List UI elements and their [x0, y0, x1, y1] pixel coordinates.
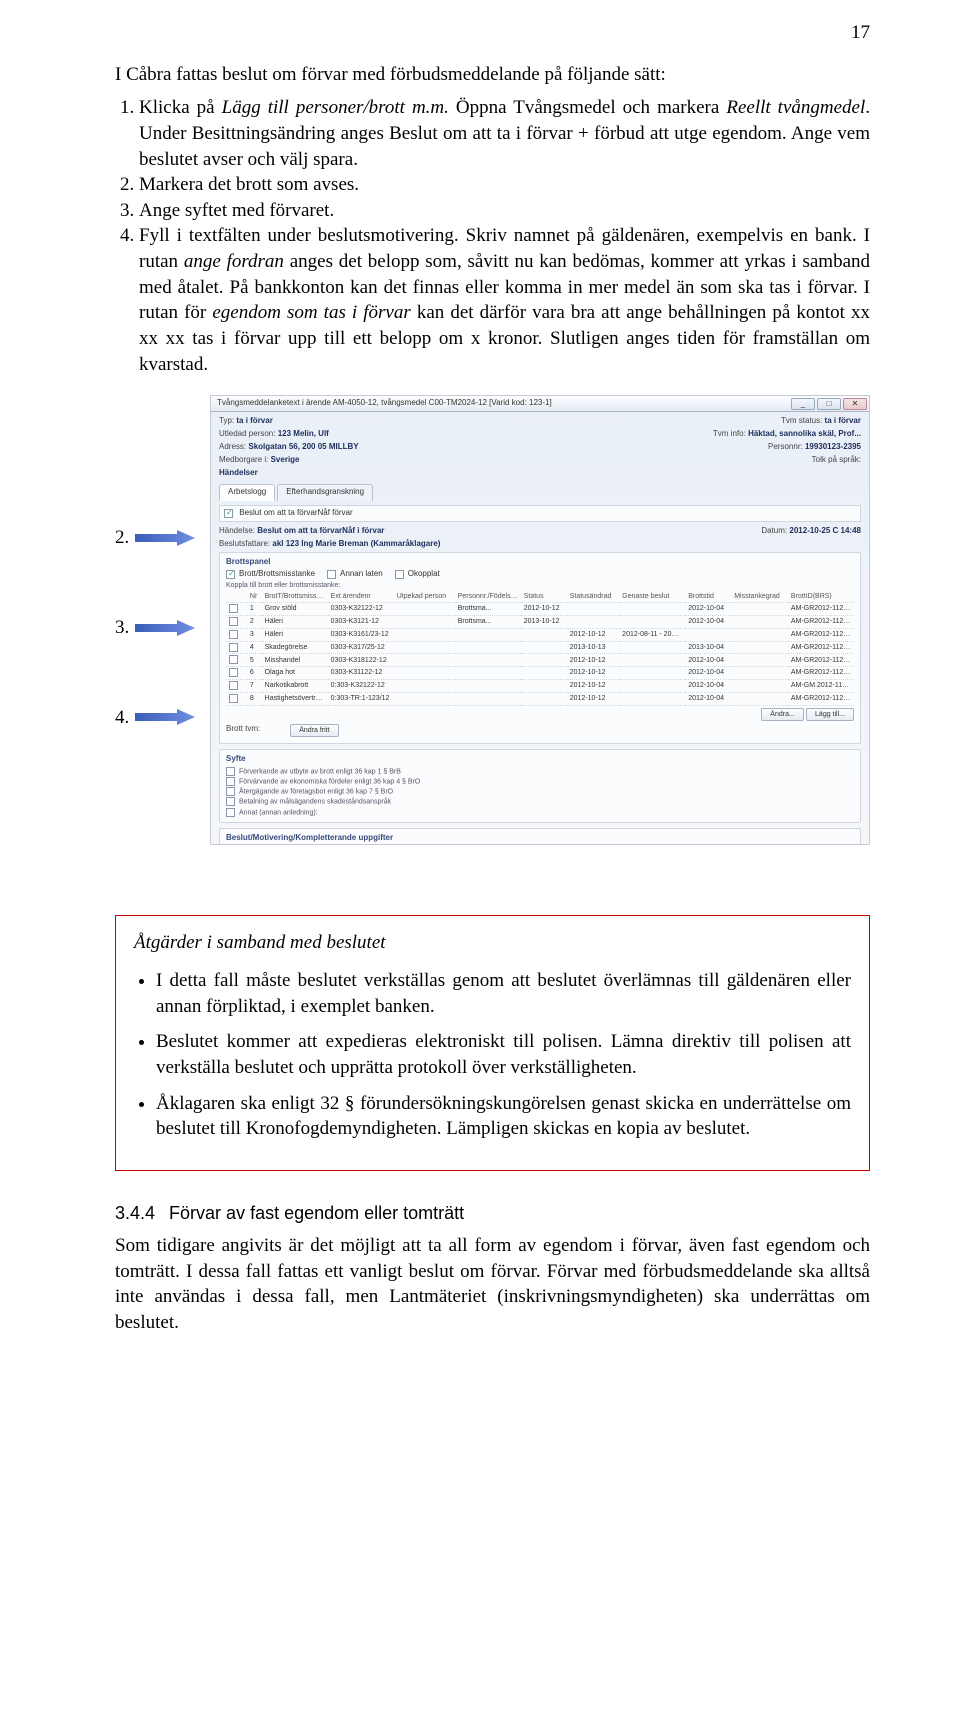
- beslut-checkbox[interactable]: [224, 509, 233, 518]
- subheading: 3.4.4Förvar av fast egendom eller tomträ…: [115, 1201, 870, 1225]
- beslut-mot-header: Beslut/Motivering/Kompletterande uppgift…: [226, 833, 854, 844]
- subtab-b-radio[interactable]: [327, 570, 336, 579]
- beslutsfattare-label: Beslutsfattare:: [219, 539, 270, 548]
- personnr-value: 19930123-2395: [805, 442, 861, 451]
- step-1: Klicka på Lägg till personer/brott m.m. …: [139, 95, 870, 172]
- brott-table: NrBrotT/BrottsmisstankeExt ärendenrUtpek…: [226, 591, 854, 706]
- closing-paragraph: Som tidigare angivits är det möjligt att…: [115, 1233, 870, 1336]
- table-row[interactable]: 3Häleri0303-K3161/23-122012-10-122012-08…: [226, 628, 854, 641]
- handelse-value: Beslut om att ta förvarNåf i förvar: [257, 526, 384, 535]
- action-item-1: I detta fall måste beslutet verkställas …: [156, 968, 851, 1019]
- adress-label: Adress:: [219, 442, 246, 451]
- step-4: Fyll i textfälten under beslutsmotiverin…: [139, 223, 870, 377]
- handelser-label: Händelser: [219, 468, 258, 477]
- actions-box: Åtgärder i samband med beslutet I detta …: [115, 915, 870, 1170]
- table-row[interactable]: 2Häleri0303-K3121-12Brottsma...2013-10-1…: [226, 616, 854, 629]
- maximize-button[interactable]: □: [817, 398, 841, 410]
- tab-arbetslogg[interactable]: Arbetslogg: [219, 484, 275, 501]
- window-title: Tvångsmeddelanketext i ärende AM-4050-12…: [217, 398, 552, 409]
- tab-efterhand[interactable]: Efterhandsgranskning: [277, 484, 373, 501]
- table-row[interactable]: 5Misshandel0303-K318122-122012-10-122012…: [226, 654, 854, 667]
- app-screenshot: Tvångsmeddelanketext i ärende AM-4050-12…: [210, 395, 870, 845]
- lagg-till-button[interactable]: Lägg till...: [806, 708, 854, 721]
- table-row[interactable]: 8Hastighetsöverträde...0:303-TR:1-123/12…: [226, 692, 854, 705]
- brottspanel-section: Brottspanel Brott/Brottsmisstanke Annan …: [219, 552, 861, 745]
- intro-text: I Cåbra fattas beslut om förvar med förb…: [115, 62, 870, 88]
- beslut-check-label: Beslut om att ta förvarNåf förvar: [239, 508, 352, 517]
- utpekad-value: 123 Melin, Ulf: [278, 429, 329, 438]
- medborg-label: Medborgare i:: [219, 455, 268, 464]
- window-titlebar: Tvångsmeddelanketext i ärende AM-4050-12…: [211, 396, 869, 412]
- tolk-label: Tolk på språk:: [812, 455, 861, 464]
- andra-button[interactable]: Ändra...: [761, 708, 804, 721]
- pointer-3: 3.: [115, 615, 210, 641]
- adress-value: Skolgatan 56, 200 05 MILLBY: [248, 442, 358, 451]
- brott-tvm-label: Brott tvm:: [226, 724, 260, 737]
- tvminfo-label: Tvm info:: [713, 429, 746, 438]
- utpekad-label: Utledad person:: [219, 429, 275, 438]
- table-row[interactable]: 7Narkotikabrott0:303-K32122-122012-10-12…: [226, 679, 854, 692]
- step-3: Ange syftet med förvaret.: [139, 198, 870, 224]
- beslutsfattare-value: akl 123 Ing Marie Breman (Kammaråklagare…: [272, 539, 440, 548]
- action-item-3: Åklagaren ska enligt 32 § förundersöknin…: [156, 1091, 851, 1142]
- pointer-4: 4.: [115, 705, 210, 731]
- minimize-button[interactable]: _: [791, 398, 815, 410]
- tvm-status-label: Tvm status:: [781, 416, 822, 425]
- medborg-value: Sverige: [271, 455, 300, 464]
- koppla-label: Koppla till brott eller brottsmisstanke:: [226, 582, 854, 591]
- step-2: Markera det brott som avses.: [139, 172, 870, 198]
- tvminfo-value: Häktad, sannolika skäl, Prof...: [748, 429, 861, 438]
- steps-list: Klicka på Lägg till personer/brott m.m. …: [139, 95, 870, 377]
- subtab-a-radio[interactable]: [226, 570, 235, 579]
- table-row[interactable]: 6Olaga hot0303-K31122-122012-10-122012-1…: [226, 667, 854, 680]
- subtab-c-radio[interactable]: [395, 570, 404, 579]
- syfte-section: Syfte Förverkande av utbyte av brott enl…: [219, 749, 861, 822]
- syfte-opt5[interactable]: [226, 808, 235, 817]
- actions-heading: Åtgärder i samband med beslutet: [134, 930, 851, 956]
- syfte-opt4[interactable]: [226, 797, 235, 806]
- typ-label: Typ:: [219, 416, 234, 425]
- handelse-label: Händelse:: [219, 526, 255, 535]
- pointer-2: 2.: [115, 525, 210, 551]
- table-row[interactable]: 4Skadegörelse0303-K317/25-122013-10-1320…: [226, 641, 854, 654]
- andra-fritt-button[interactable]: Ändra fritt: [290, 724, 338, 737]
- typ-value: ta i förvar: [236, 416, 272, 425]
- action-item-2: Beslutet kommer att expedieras elektroni…: [156, 1029, 851, 1080]
- datum-label: Datum:: [761, 526, 787, 535]
- table-row[interactable]: 1Grov stöld0303-K32122-12Brottsma...2012…: [226, 603, 854, 616]
- datum-value: 2012-10-25 C 14:48: [789, 526, 861, 535]
- personnr-label: Personnr:: [768, 442, 803, 451]
- syfte-header: Syfte: [226, 754, 854, 765]
- brottspanel-header: Brottspanel: [226, 557, 854, 568]
- beslut-motivering-section: Beslut/Motivering/Kompletterande uppgift…: [219, 828, 861, 846]
- syfte-opt3[interactable]: [226, 787, 235, 796]
- page-number: 17: [115, 20, 870, 46]
- syfte-opt1[interactable]: [226, 767, 235, 776]
- close-button[interactable]: ✕: [843, 398, 867, 410]
- tvm-status-value: ta i förvar: [825, 416, 861, 425]
- syfte-opt2[interactable]: [226, 777, 235, 786]
